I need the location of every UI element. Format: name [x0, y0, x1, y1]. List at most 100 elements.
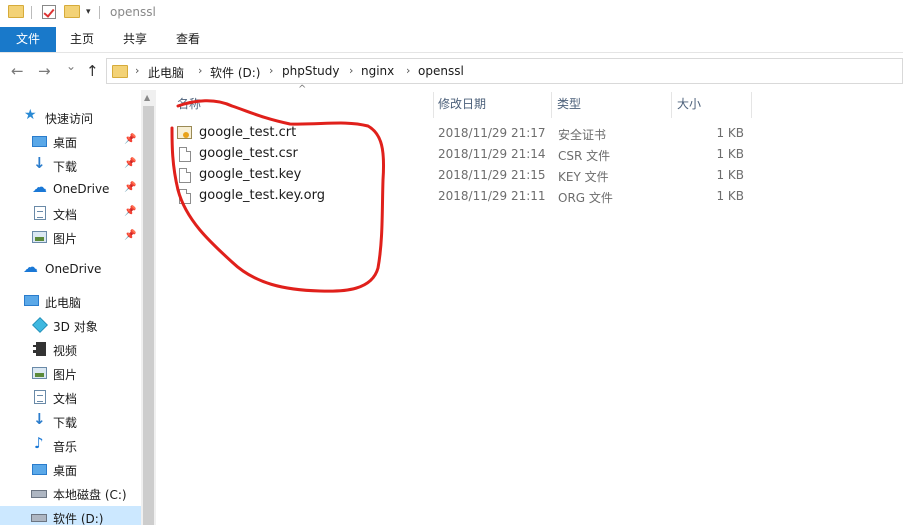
address-row: ← → ⌄ ↑ › 此电脑 › 软件 (D:) › phpStudy › ngi…: [0, 54, 903, 88]
file-type: KEY 文件: [558, 170, 609, 184]
column-header-modified[interactable]: 修改日期: [438, 95, 486, 112]
nav-item-3d-objects[interactable]: 3D 对象: [0, 314, 141, 336]
nav-label: 音乐: [53, 440, 78, 454]
3d-objects-icon: [32, 317, 48, 333]
file-list-pane: 名称 ^ 修改日期 类型 大小 google_test.crt 2018/11/…: [156, 84, 903, 525]
star-icon: ★: [24, 107, 37, 123]
forward-arrow-icon[interactable]: →: [38, 62, 51, 80]
ribbon-tabs: 文件 主页 共享 查看: [0, 27, 903, 53]
column-header-name[interactable]: 名称: [177, 95, 201, 112]
breadcrumb-separator[interactable]: ›: [198, 64, 202, 77]
breadcrumb-this-pc[interactable]: 此电脑: [148, 64, 184, 81]
address-folder-icon: [112, 65, 128, 78]
nav-label: 下载: [53, 160, 78, 174]
nav-item-desktop-pc[interactable]: 桌面: [0, 458, 141, 480]
nav-label: OneDrive: [53, 182, 110, 196]
breadcrumb-separator[interactable]: ›: [269, 64, 273, 77]
breadcrumb-separator[interactable]: ›: [406, 64, 410, 77]
nav-item-pictures[interactable]: 图片 📌: [0, 226, 141, 248]
breadcrumb-separator[interactable]: ›: [135, 64, 139, 77]
drive-icon: [31, 514, 47, 522]
recent-locations-icon[interactable]: ⌄: [66, 59, 76, 73]
up-arrow-icon[interactable]: ↑: [86, 62, 99, 80]
music-icon: ♪: [34, 434, 44, 452]
folder-icon[interactable]: [8, 5, 24, 18]
column-separator[interactable]: [551, 92, 552, 118]
file-row[interactable]: google_test.crt 2018/11/29 21:17 安全证书 1 …: [175, 123, 753, 144]
nav-item-documents-pc[interactable]: 文档: [0, 386, 141, 408]
file-row[interactable]: google_test.csr 2018/11/29 21:14 CSR 文件 …: [175, 144, 753, 165]
breadcrumb-phpstudy[interactable]: phpStudy: [282, 64, 340, 78]
column-separator[interactable]: [751, 92, 752, 118]
tab-share[interactable]: 共享: [117, 27, 153, 52]
scroll-up-arrow-icon[interactable]: ▲: [144, 93, 150, 102]
column-separator[interactable]: [671, 92, 672, 118]
nav-label: 3D 对象: [53, 320, 98, 334]
file-type: ORG 文件: [558, 191, 613, 205]
sort-ascending-icon: ^: [298, 84, 307, 95]
tab-view[interactable]: 查看: [170, 27, 206, 52]
nav-quick-access[interactable]: ★ 快速访问: [0, 106, 141, 128]
file-size: 1 KB: [716, 126, 744, 140]
file-modified: 2018/11/29 21:17: [438, 126, 546, 140]
scroll-thumb[interactable]: [143, 106, 154, 525]
pin-icon[interactable]: 📌: [124, 230, 136, 241]
file-type: CSR 文件: [558, 149, 611, 163]
nav-item-local-disk-c[interactable]: 本地磁盘 (C:): [0, 482, 141, 504]
nav-item-drive-d[interactable]: 软件 (D:): [0, 506, 141, 525]
onedrive-icon: ☁: [23, 258, 38, 276]
breadcrumb-separator[interactable]: ›: [349, 64, 353, 77]
column-separator[interactable]: [433, 92, 434, 118]
local-disk-icon: [31, 490, 47, 498]
nav-item-videos[interactable]: 视频: [0, 338, 141, 360]
nav-item-desktop[interactable]: 桌面 📌: [0, 130, 141, 152]
column-header-type[interactable]: 类型: [557, 95, 581, 112]
properties-check-icon[interactable]: [42, 5, 56, 19]
nav-onedrive[interactable]: ☁ OneDrive: [0, 258, 141, 280]
title-separator: [31, 6, 32, 19]
nav-item-pictures-pc[interactable]: 图片: [0, 362, 141, 384]
breadcrumb-drive-d[interactable]: 软件 (D:): [210, 64, 260, 81]
tab-home[interactable]: 主页: [64, 27, 100, 52]
pictures-icon: [32, 231, 47, 243]
pin-icon[interactable]: 📌: [124, 206, 136, 217]
title-bar: ▾ openssl: [0, 0, 903, 26]
nav-label: OneDrive: [45, 262, 102, 276]
file-name: google_test.key.org: [199, 188, 325, 203]
nav-item-downloads-pc[interactable]: ↓ 下载: [0, 410, 141, 432]
nav-item-downloads[interactable]: ↓ 下载 📌: [0, 154, 141, 176]
documents-icon: [34, 390, 46, 404]
nav-this-pc[interactable]: 此电脑: [0, 290, 141, 312]
window-title: openssl: [110, 5, 156, 19]
desktop-icon: [32, 136, 47, 147]
file-icon: [179, 147, 191, 162]
address-bar[interactable]: › 此电脑 › 软件 (D:) › phpStudy › nginx › ope…: [106, 58, 903, 84]
certificate-icon: [177, 126, 192, 139]
file-type: 安全证书: [558, 128, 607, 142]
nav-item-onedrive-pinned[interactable]: ☁ OneDrive 📌: [0, 178, 141, 200]
file-row[interactable]: google_test.key 2018/11/29 21:15 KEY 文件 …: [175, 165, 753, 186]
tab-file[interactable]: 文件: [0, 27, 56, 52]
nav-label: 文档: [53, 208, 78, 222]
nav-label: 本地磁盘 (C:): [53, 488, 127, 502]
nav-label: 快速访问: [45, 112, 94, 126]
new-folder-icon[interactable]: [64, 5, 80, 18]
breadcrumb-openssl[interactable]: openssl: [418, 64, 464, 78]
documents-icon: [34, 206, 46, 220]
nav-item-music[interactable]: ♪ 音乐: [0, 434, 141, 456]
pin-icon[interactable]: 📌: [124, 134, 136, 145]
caret-down-icon[interactable]: ▾: [86, 7, 91, 17]
pin-icon[interactable]: 📌: [124, 158, 136, 169]
column-header-size[interactable]: 大小: [677, 95, 701, 112]
file-row[interactable]: google_test.key.org 2018/11/29 21:11 ORG…: [175, 186, 753, 207]
file-modified: 2018/11/29 21:15: [438, 168, 546, 182]
nav-label: 软件 (D:): [53, 512, 104, 525]
file-size: 1 KB: [716, 189, 744, 203]
breadcrumb-nginx[interactable]: nginx: [361, 64, 394, 78]
back-arrow-icon[interactable]: ←: [11, 62, 24, 80]
nav-item-documents[interactable]: 文档 📌: [0, 202, 141, 224]
download-icon: ↓: [33, 154, 46, 172]
nav-scrollbar[interactable]: ▲: [141, 90, 156, 525]
file-name: google_test.csr: [199, 146, 298, 161]
pin-icon[interactable]: 📌: [124, 182, 136, 193]
